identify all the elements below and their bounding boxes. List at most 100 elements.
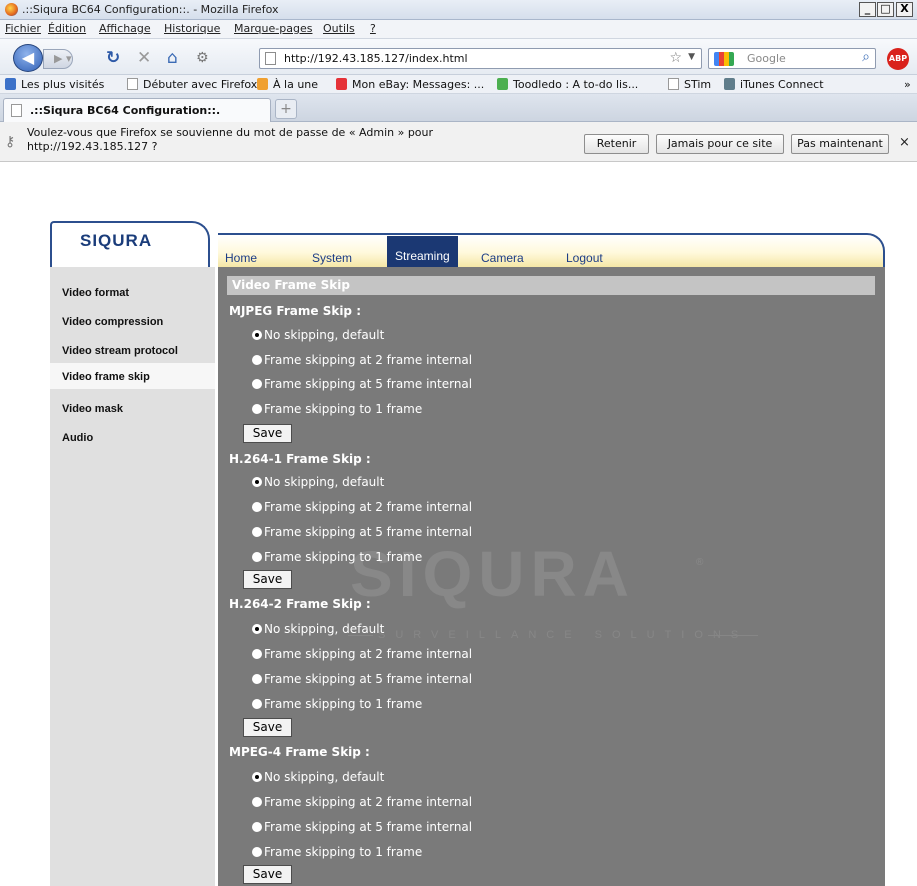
nav-logout[interactable]: Logout [566,251,603,265]
window-title: .::Siqura BC64 Configuration::. - Mozill… [22,3,279,16]
title-bar: .::Siqura BC64 Configuration::. - Mozill… [0,0,917,20]
close-window-button[interactable]: X [896,2,913,17]
watermark-subtitle: SURVEILLANCE SOLUTIONS [378,629,749,641]
radio-icon[interactable] [252,379,262,389]
most-visited-icon [5,78,16,90]
itunes-icon [724,78,735,90]
bookmark-item[interactable]: Mon eBay: Messages: ... [336,78,484,91]
radio-icon[interactable] [252,649,262,659]
bookmark-item[interactable]: À la une [257,78,318,91]
radio-selected-icon[interactable] [252,624,262,634]
search-placeholder: Google [747,52,786,65]
bookmark-item[interactable]: iTunes Connect [724,78,824,91]
menu-historique[interactable]: Historique [164,22,220,35]
radio-option[interactable]: No skipping, default [252,475,384,489]
radio-option[interactable]: Frame skipping at 2 frame internal [252,795,472,809]
radio-icon[interactable] [252,847,262,857]
save-button[interactable]: Save [243,718,292,737]
check-icon [497,78,508,90]
never-for-site-button[interactable]: Jamais pour ce site [656,134,784,154]
sidebar-item-audio[interactable]: Audio [50,424,215,450]
url-dropdown-icon[interactable]: ▼ [688,52,695,62]
radio-selected-icon[interactable] [252,330,262,340]
radio-option[interactable]: Frame skipping at 5 frame internal [252,525,472,539]
menu-edition[interactable]: Édition [48,22,86,35]
bookmarks-overflow-icon[interactable]: » [904,78,911,91]
radio-option[interactable]: Frame skipping to 1 frame [252,402,422,416]
bookmark-item[interactable]: Débuter avec Firefox [127,78,257,91]
radio-icon[interactable] [252,552,262,562]
remember-button[interactable]: Retenir [584,134,649,154]
google-icon[interactable] [714,52,734,66]
close-notification-icon[interactable]: × [899,135,910,150]
radio-option[interactable]: Frame skipping to 1 frame [252,697,422,711]
notification-message: Voulez-vous que Firefox se souvienne du … [27,126,434,153]
nav-system[interactable]: System [312,251,352,265]
bookmark-item[interactable]: STim [668,78,711,91]
page-icon [668,78,679,90]
sidebar-item-video-stream-protocol[interactable]: Video stream protocol [50,337,215,363]
menu-outils[interactable]: Outils [323,22,355,35]
menu-fichier[interactable]: Fichier [5,22,41,35]
reload-icon[interactable]: ↻ [106,49,120,67]
back-arrow-icon[interactable]: ◀ [13,44,43,72]
radio-icon[interactable] [252,527,262,537]
sidebar-item-video-frame-skip[interactable]: Video frame skip [50,363,215,389]
radio-icon[interactable] [252,822,262,832]
ebay-icon [336,78,347,90]
nav-home[interactable]: Home [225,251,257,265]
firefox-icon [5,3,18,16]
radio-option[interactable]: Frame skipping at 5 frame internal [252,672,472,686]
radio-option[interactable]: Frame skipping at 2 frame internal [252,500,472,514]
tab-title: .::Siqura BC64 Configuration::. [30,104,221,117]
radio-option[interactable]: Frame skipping at 5 frame internal [252,820,472,834]
nav-streaming[interactable]: Streaming [387,236,458,267]
save-button[interactable]: Save [243,424,292,443]
new-tab-button[interactable]: + [275,99,297,119]
siqura-logo: SIQURA [80,231,153,250]
radio-option[interactable]: No skipping, default [252,328,384,342]
settings-icon[interactable]: ⚙ [196,49,209,67]
radio-option[interactable]: Frame skipping at 2 frame internal [252,647,472,661]
sidebar-item-video-mask[interactable]: Video mask [50,395,215,421]
home-icon[interactable]: ⌂ [167,49,178,67]
radio-icon[interactable] [252,674,262,684]
radio-icon[interactable] [252,502,262,512]
tab-siqura[interactable]: .::Siqura BC64 Configuration::. [3,98,271,122]
menu-help[interactable]: ? [370,22,376,35]
radio-option[interactable]: Frame skipping to 1 frame [252,550,422,564]
group-title: MPEG-4 Frame Skip : [229,745,370,759]
bookmark-item[interactable]: Toodledo : A to-do lis... [497,78,638,91]
radio-option[interactable]: Frame skipping to 1 frame [252,845,422,859]
adblock-icon[interactable]: ABP [887,48,909,70]
sidebar-item-video-format[interactable]: Video format [50,279,215,305]
bookmark-item[interactable]: Les plus visités [5,78,104,91]
menu-affichage[interactable]: Affichage [99,22,151,35]
radio-option[interactable]: No skipping, default [252,770,384,784]
search-icon[interactable]: ⌕ [862,49,870,65]
radio-option[interactable]: Frame skipping at 5 frame internal [252,377,472,391]
url-text[interactable]: http://192.43.185.127/index.html [284,52,468,65]
radio-icon[interactable] [252,797,262,807]
radio-option[interactable]: Frame skipping at 2 frame internal [252,353,472,367]
radio-selected-icon[interactable] [252,772,262,782]
bookmark-star-icon[interactable]: ☆ [669,50,682,66]
forward-arrow-icon[interactable]: ▶ ▾ [43,49,73,69]
url-bar[interactable]: http://192.43.185.127/index.html ☆ ▼ [259,48,702,69]
search-box[interactable]: Google ⌕ [708,48,876,69]
minimize-button[interactable]: _ [859,2,876,17]
save-button[interactable]: Save [243,865,292,884]
stop-icon[interactable]: ✕ [137,49,151,67]
maximize-button[interactable]: □ [877,2,894,17]
radio-selected-icon[interactable] [252,477,262,487]
tab-bar: .::Siqura BC64 Configuration::. + [0,94,917,122]
save-button[interactable]: Save [243,570,292,589]
radio-option[interactable]: No skipping, default [252,622,384,636]
sidebar-item-video-compression[interactable]: Video compression [50,308,215,334]
radio-icon[interactable] [252,404,262,414]
radio-icon[interactable] [252,355,262,365]
menu-marque-pages[interactable]: Marque-pages [234,22,312,35]
nav-camera[interactable]: Camera [481,251,524,265]
not-now-button[interactable]: Pas maintenant [791,134,889,154]
radio-icon[interactable] [252,699,262,709]
